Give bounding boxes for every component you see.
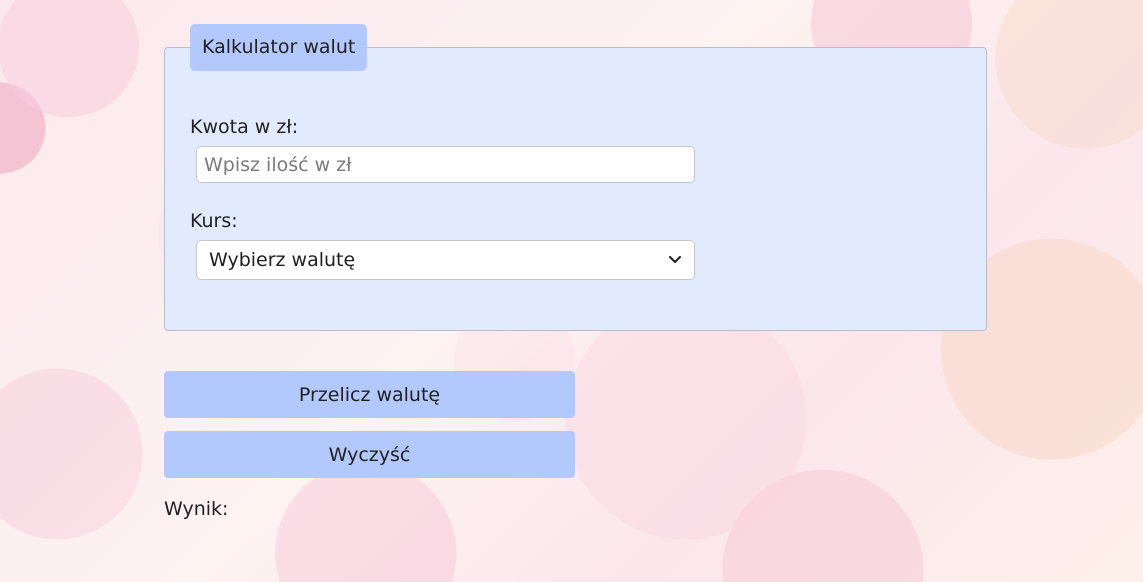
amount-label: Kwota w zł: [190,116,299,138]
result-area: Wynik: [164,498,234,520]
convert-button[interactable]: Przelicz walutę [164,371,575,418]
clear-button[interactable]: Wyczyść [164,431,575,478]
rate-label: Kurs: [190,210,238,232]
calculator-panel [164,47,987,331]
calculator-legend: Kalkulator walut [190,24,368,71]
result-label: Wynik: [164,498,229,520]
currency-select[interactable]: Wybierz walutę [196,240,695,280]
chevron-down-icon [668,253,682,267]
amount-input[interactable] [196,146,695,183]
currency-select-value: Wybierz walutę [209,249,356,271]
